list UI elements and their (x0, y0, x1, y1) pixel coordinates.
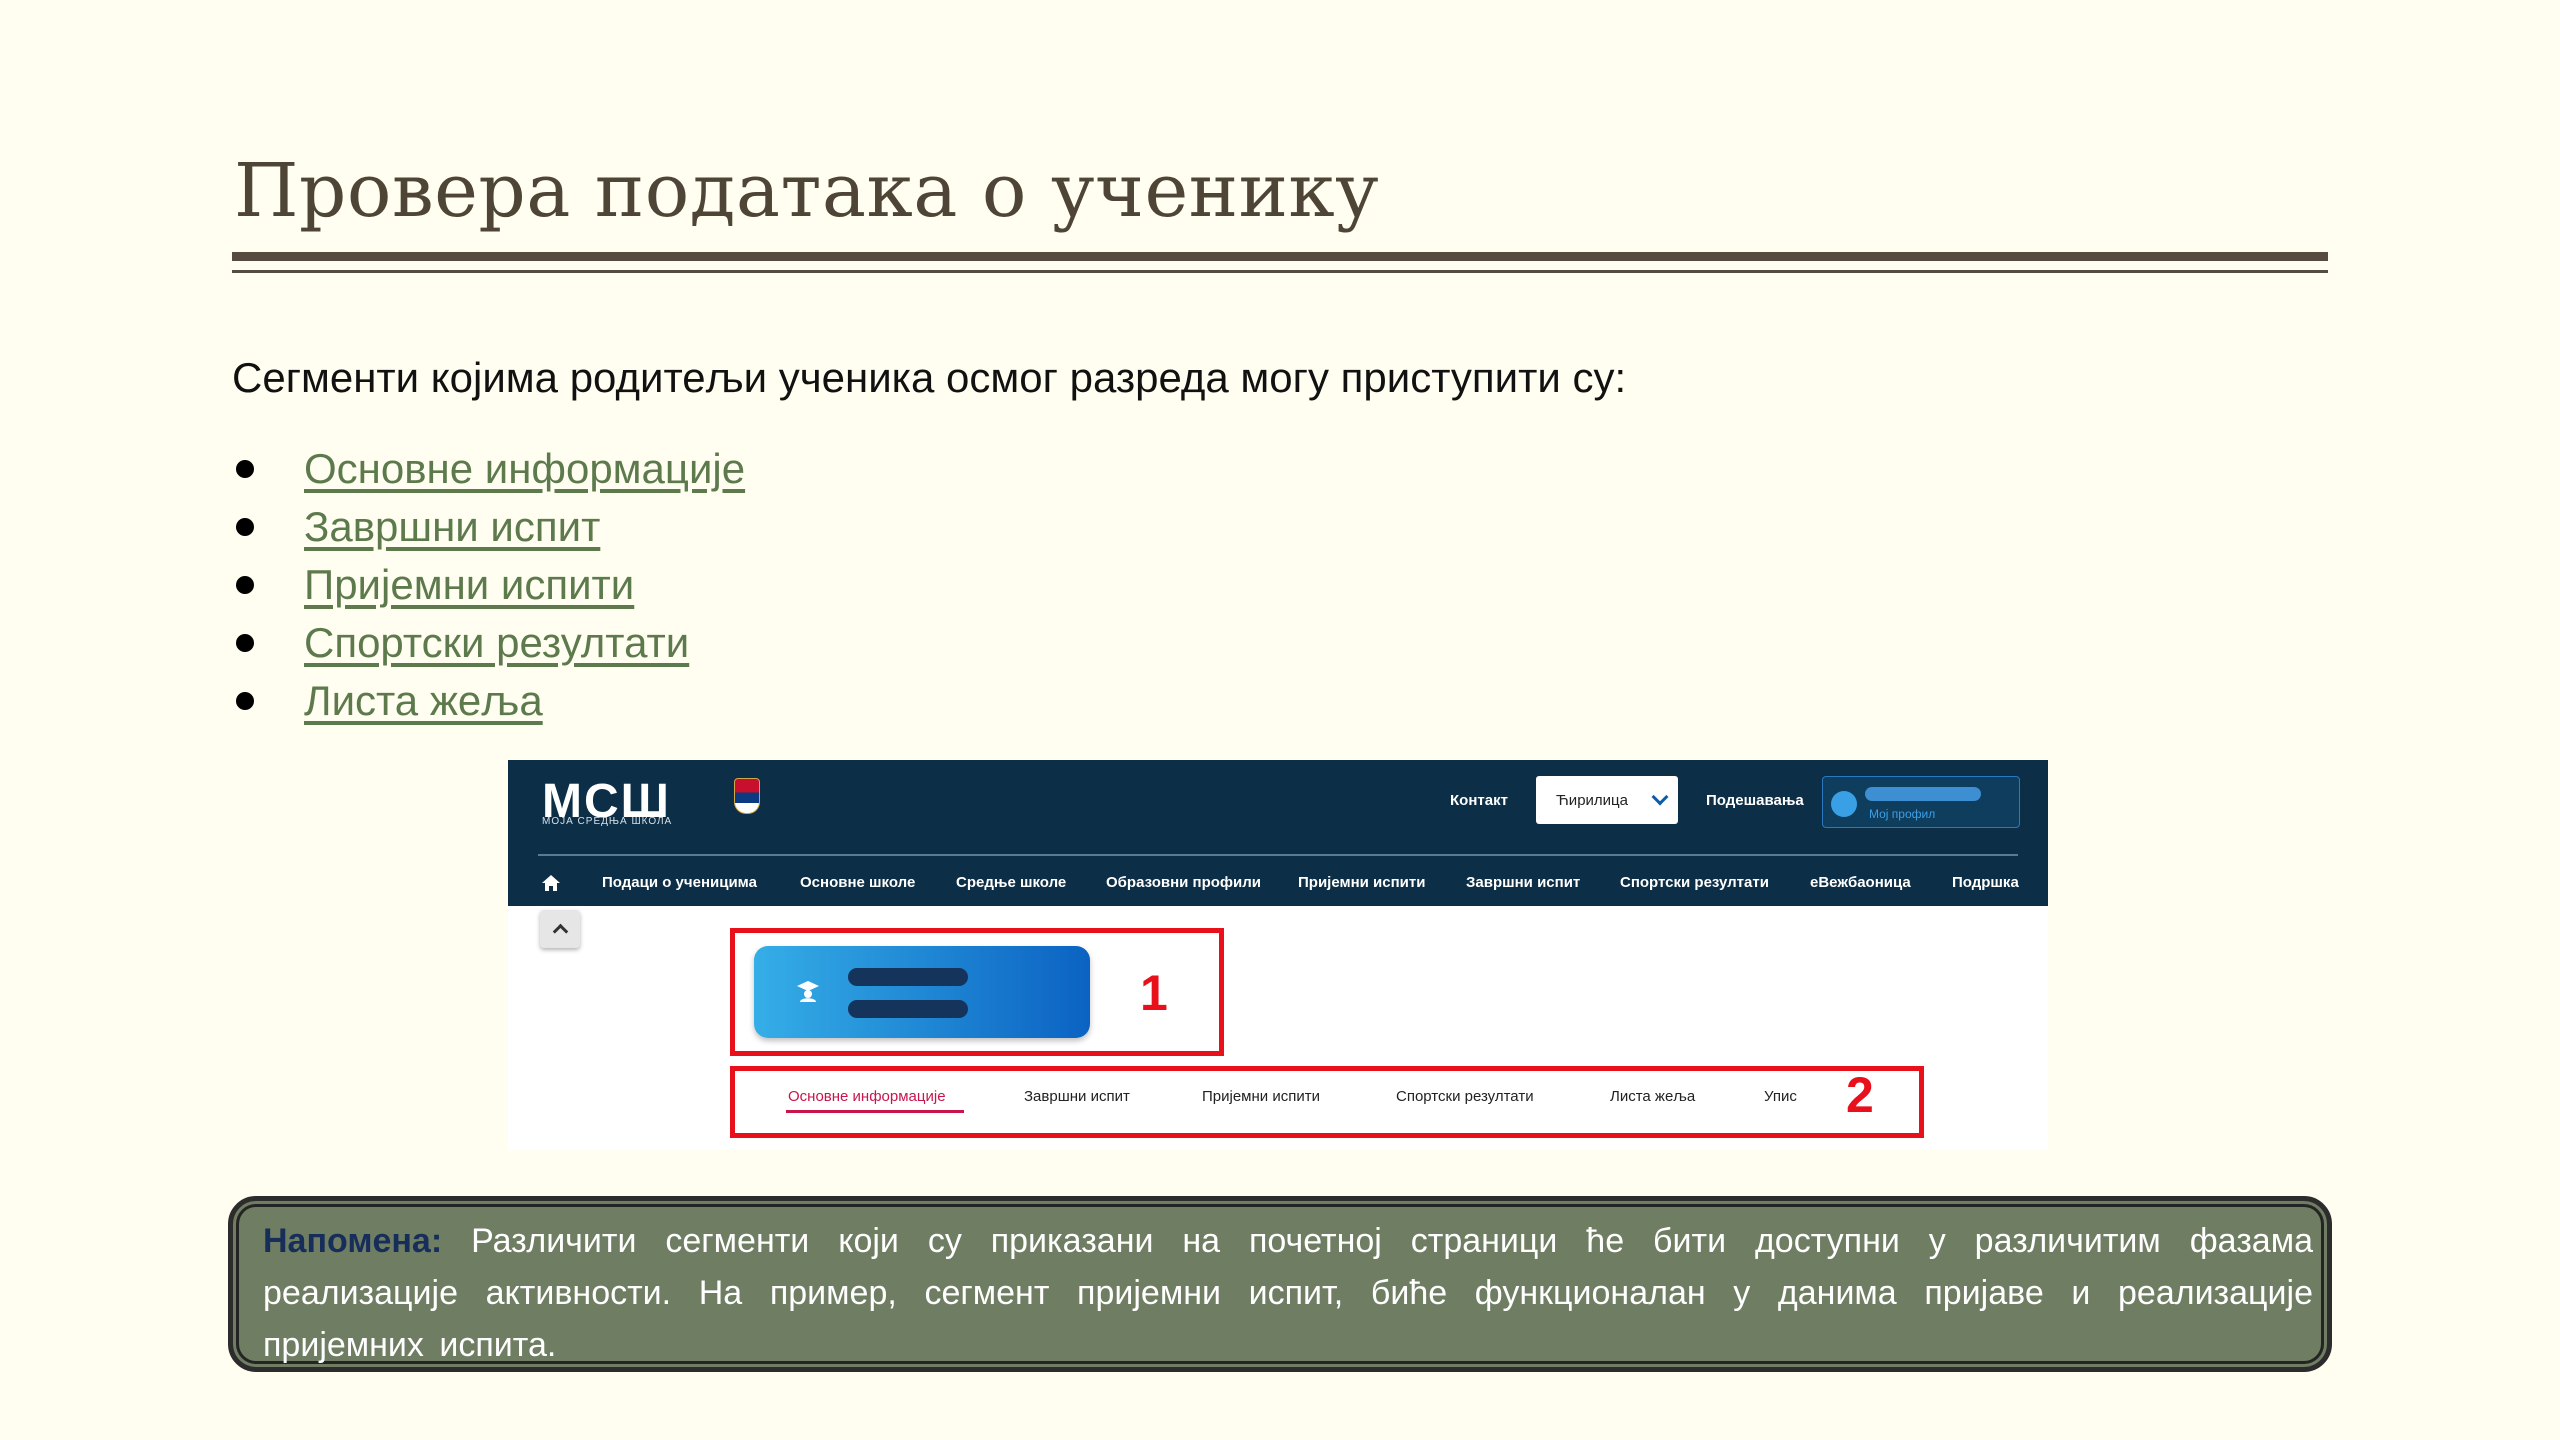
bullet-icon (236, 460, 254, 478)
redacted-student-name (848, 968, 968, 986)
language-select[interactable]: Ћирилица (1536, 776, 1678, 824)
marker-1: 1 (1140, 965, 1168, 1021)
bullet-icon (236, 692, 254, 710)
nav-item-student-data[interactable]: Подаци о ученицима (602, 874, 757, 891)
title-rule-thin (232, 270, 2328, 273)
bullet-icon (236, 634, 254, 652)
nav-item-e-practice[interactable]: еВежбаоница (1810, 874, 1911, 891)
note-text: Напомена: Различити сегменти који су при… (263, 1215, 2313, 1371)
nav-divider (538, 854, 2018, 856)
nav-item-secondary-schools[interactable]: Средње школе (956, 874, 1066, 891)
segment-list: Основне информације Завршни испит Пријем… (232, 440, 745, 730)
list-item: Завршни испит (232, 498, 745, 556)
nav-item-education-profiles[interactable]: Образовни профили (1106, 874, 1261, 891)
list-item: Спортски резултати (232, 614, 745, 672)
chevron-down-icon (1651, 788, 1669, 806)
active-tab-indicator (786, 1110, 964, 1113)
tab-entrance-exams[interactable]: Пријемни испити (1202, 1088, 1320, 1105)
bullet-icon (236, 576, 254, 594)
profile-label: Мој профил (1869, 807, 1936, 821)
marker-2: 2 (1846, 1067, 1874, 1123)
nav-item-primary-schools[interactable]: Основне школе (800, 874, 915, 891)
segment-link-sports-results[interactable]: Спортски резултати (304, 619, 689, 667)
tab-wish-list[interactable]: Листа жеља (1610, 1088, 1695, 1105)
site-header: МСШ МОЈА СРЕДЊА ШКОЛА Контакт Ћирилица П… (508, 760, 2048, 906)
segment-link-basic-info[interactable]: Основне информације (304, 445, 745, 493)
collapse-button[interactable] (540, 910, 580, 948)
contact-link[interactable]: Контакт (1450, 792, 1508, 809)
coat-of-arms-icon (734, 778, 760, 814)
note-body: Различити сегменти који су приказани на … (263, 1222, 2313, 1364)
student-card[interactable] (754, 946, 1090, 1038)
note-label: Напомена: (263, 1222, 443, 1260)
list-item: Листа жеља (232, 672, 745, 730)
redacted-name (1865, 787, 1981, 801)
nav-item-entrance-exams[interactable]: Пријемни испити (1298, 874, 1425, 891)
home-icon[interactable] (541, 874, 561, 892)
tab-basic-info[interactable]: Основне информације (788, 1088, 946, 1105)
redacted-student-info (848, 1000, 968, 1018)
tab-sports-results[interactable]: Спортски резултати (1396, 1088, 1534, 1105)
student-icon (797, 981, 819, 1002)
tab-enrollment[interactable]: Упис (1764, 1088, 1797, 1105)
main-nav: Подаци о ученицима Основне школе Средње … (508, 868, 2048, 898)
intro-text: Сегменти којима родитељи ученика осмог р… (232, 354, 1627, 401)
settings-link[interactable]: Подешавања (1706, 792, 1804, 809)
list-item: Пријемни испити (232, 556, 745, 614)
title-rule-thick (232, 252, 2328, 261)
nav-item-sports-results[interactable]: Спортски резултати (1620, 874, 1769, 891)
tab-final-exam[interactable]: Завршни испит (1024, 1088, 1130, 1105)
bullet-icon (236, 518, 254, 536)
slide-title: Провера података о ученику (234, 148, 1380, 234)
user-icon (1831, 791, 1857, 817)
language-select-value: Ћирилица (1556, 791, 1628, 809)
nav-item-support[interactable]: Подршка (1952, 874, 2019, 891)
segment-link-wish-list[interactable]: Листа жеља (304, 677, 543, 725)
site-logo-subtitle: МОЈА СРЕДЊА ШКОЛА (542, 816, 673, 827)
embedded-screenshot: МСШ МОЈА СРЕДЊА ШКОЛА Контакт Ћирилица П… (508, 760, 2048, 1150)
nav-item-final-exam[interactable]: Завршни испит (1466, 874, 1580, 891)
segment-link-entrance-exams[interactable]: Пријемни испити (304, 561, 634, 609)
note-box: Напомена: Различити сегменти који су при… (228, 1196, 2332, 1372)
list-item: Основне информације (232, 440, 745, 498)
profile-button[interactable]: Мој профил (1822, 776, 2020, 828)
segment-link-final-exam[interactable]: Завршни испит (304, 503, 600, 551)
